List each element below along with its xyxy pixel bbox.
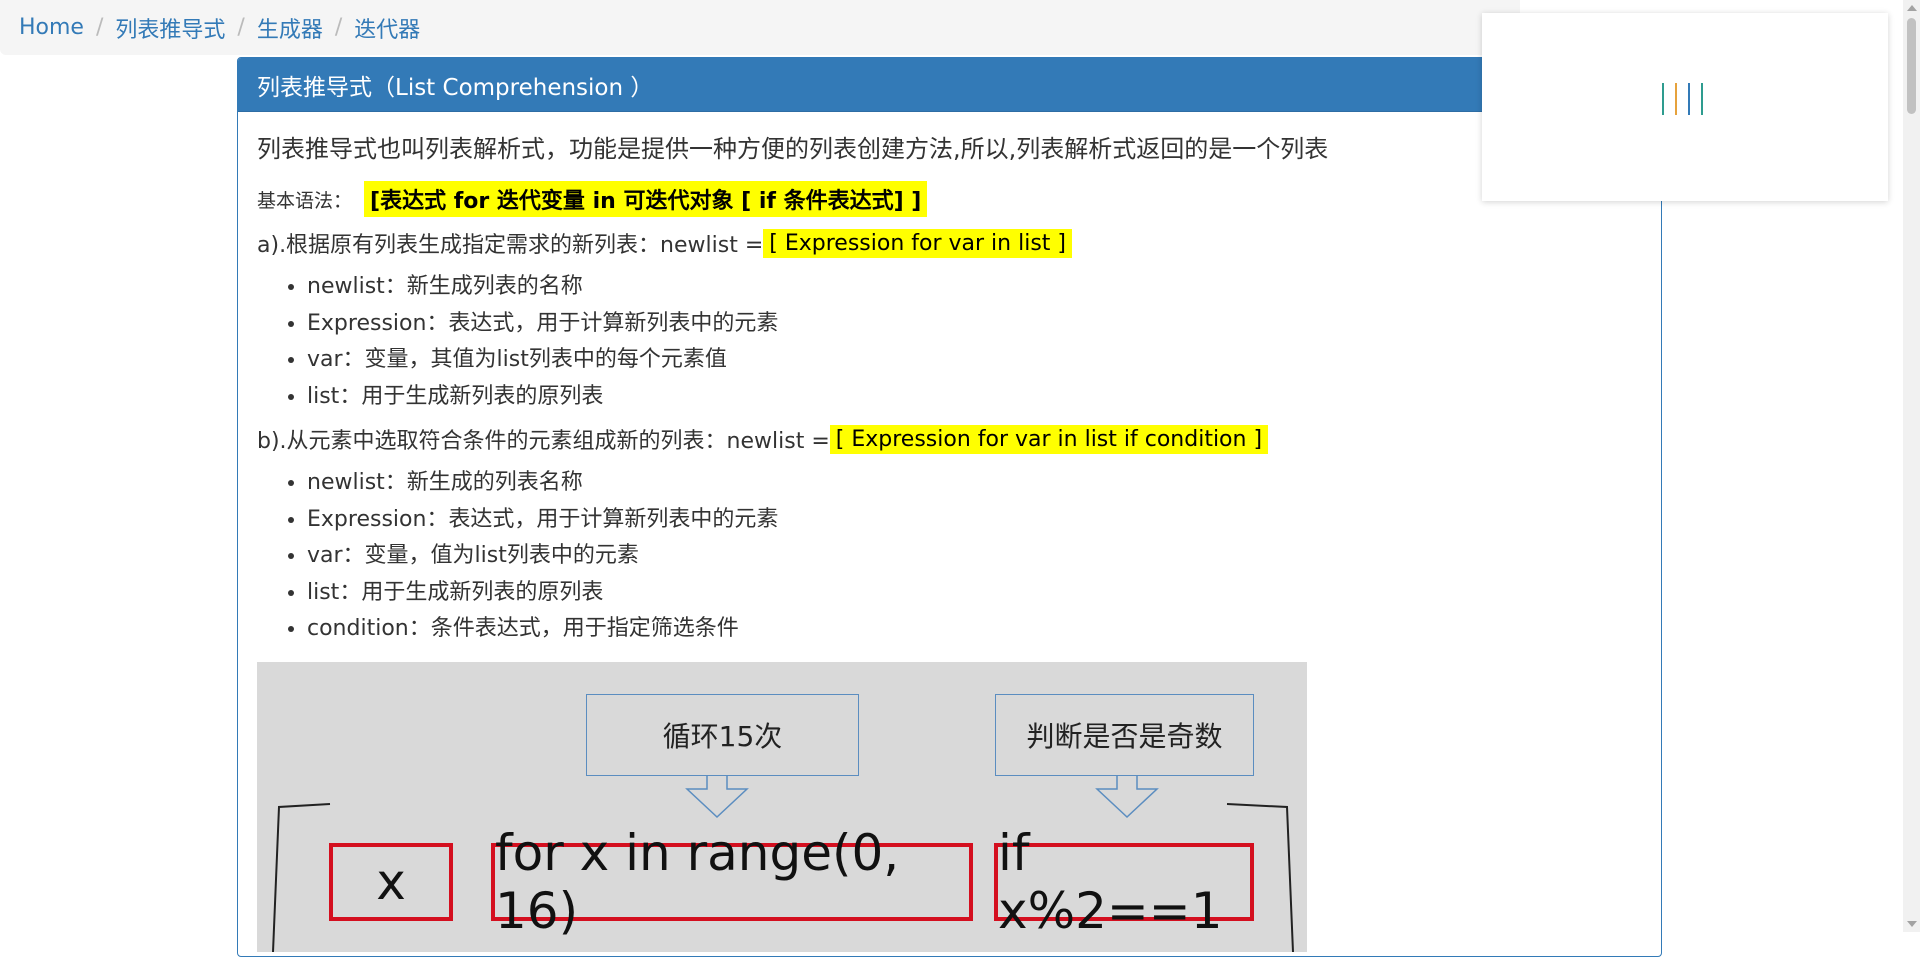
breadcrumb-list-comprehension-link[interactable]: 列表推导式 [115,12,225,44]
rule-b-code: [ Expression for var in list if conditio… [829,424,1269,454]
scroll-up-icon[interactable] [1907,5,1917,11]
rule-a-code: [ Expression for var in list ] [763,228,1072,258]
loader-bar [1675,83,1677,115]
breadcrumb-separator: / [95,15,104,40]
breadcrumb-separator: / [237,15,245,40]
list-item: list：用于生成新列表的原列表 [307,379,1642,416]
list-item: var：变量，值为list列表中的元素 [307,538,1642,575]
breadcrumb-home-link[interactable]: Home [19,15,84,40]
rule-a-list: newlist：新生成列表的名称 Expression：表达式，用于计算新列表中… [257,269,1642,415]
syntax-highlight: [表达式 for 迭代变量 in 可迭代对象 [ if 条件表达式] ] [364,181,928,218]
list-item: newlist：新生成列表的名称 [307,269,1642,306]
loader-bar [1662,83,1664,115]
list-item: list：用于生成新列表的原列表 [307,575,1642,612]
list-comprehension-diagram: 循环15次 判断是否是奇数 x for x in range(0, 16) if… [257,661,1307,952]
scroll-thumb[interactable] [1907,18,1916,114]
expression-box: x [329,842,453,921]
rule-a-text: a).根据原有列表生成指定需求的新列表：newlist = [257,233,764,259]
loading-spinner-icon [1662,83,1703,115]
vertical-scrollbar[interactable] [1903,0,1920,932]
breadcrumb-generator-link[interactable]: 生成器 [257,12,323,44]
scroll-down-icon[interactable] [1907,921,1917,927]
loader-bar [1688,83,1690,115]
if-clause-box: if x%2==1 [994,824,1254,940]
list-item: Expression：表达式，用于计算新列表中的元素 [307,306,1642,343]
rule-a: a).根据原有列表生成指定需求的新列表：newlist = [ Expressi… [257,227,1642,259]
content-panel: 列表推导式（List Comprehension ） 列表推导式也叫列表解析式，… [237,57,1662,957]
syntax-line: 基本语法： [表达式 for 迭代变量 in 可迭代对象 [ if 条件表达式]… [257,181,1642,218]
breadcrumb-separator: / [334,15,343,40]
breadcrumb-iterator-link[interactable]: 迭代器 [354,12,420,44]
syntax-label: 基本语法： [257,189,353,212]
list-item: var：变量，其值为list列表中的每个元素值 [307,342,1642,379]
rule-b-list: newlist：新生成的列表名称 Expression：表达式，用于计算新列表中… [257,465,1642,648]
panel-title: 列表推导式（List Comprehension ） [238,58,1661,112]
list-item: condition：条件表达式，用于指定筛选条件 [307,611,1642,648]
intro-paragraph: 列表推导式也叫列表解析式，功能是提供一种方便的列表创建方法,所以,列表解析式返回… [257,135,1329,163]
for-clause-box: for x in range(0, 16) [491,824,973,940]
rule-b: b).从元素中选取符合条件的元素组成新的列表：newlist = [ Expre… [257,423,1642,455]
loading-popup [1482,13,1888,201]
list-item: newlist：新生成的列表名称 [307,465,1642,502]
loader-bar [1701,83,1703,115]
panel-body: 列表推导式也叫列表解析式，功能是提供一种方便的列表创建方法,所以,列表解析式返回… [238,112,1661,956]
breadcrumb: Home / 列表推导式 / 生成器 / 迭代器 [0,0,1520,55]
callout-loop: 循环15次 [586,693,859,776]
rule-b-text: b).从元素中选取符合条件的元素组成新的列表：newlist = [257,429,830,455]
callout-odd: 判断是否是奇数 [995,693,1254,776]
list-item: Expression：表达式，用于计算新列表中的元素 [307,502,1642,539]
